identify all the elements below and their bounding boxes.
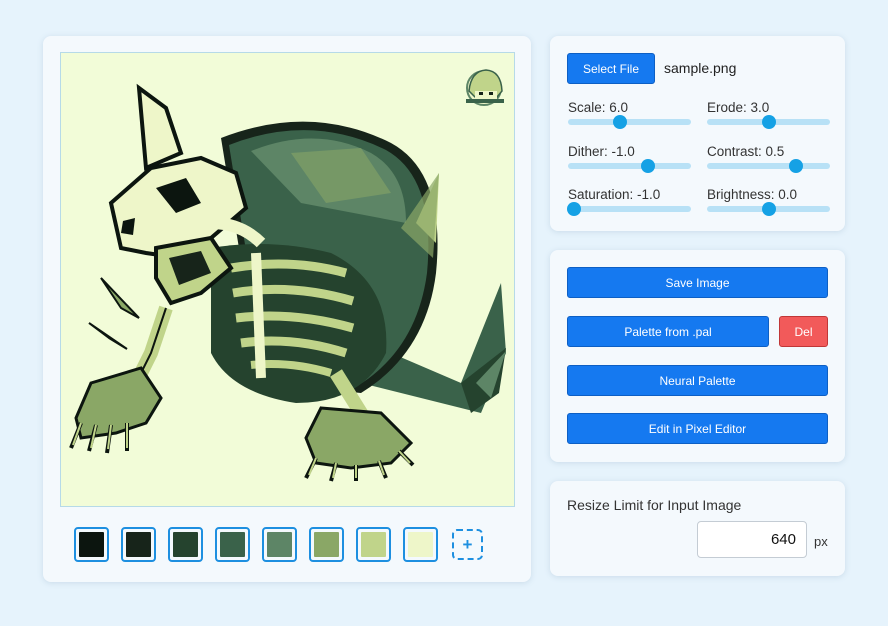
brightness-label: Brightness: 0.0 (707, 187, 798, 202)
palette-swatch[interactable] (309, 527, 344, 562)
delete-palette-button[interactable]: Del (779, 316, 828, 347)
contrast-slider[interactable]: Contrast: 0.5 (707, 144, 830, 173)
palette-swatch[interactable] (356, 527, 391, 562)
slider-thumb[interactable] (612, 115, 627, 129)
save-image-button[interactable]: Save Image (567, 267, 828, 298)
dither-slider[interactable]: Dither: -1.0 (568, 144, 691, 173)
image-preview[interactable] (60, 52, 515, 507)
neural-palette-button[interactable]: Neural Palette (567, 365, 828, 396)
pixel-art-image (69, 69, 506, 482)
file-name-label: sample.png (664, 60, 737, 76)
resize-limit-input[interactable] (697, 521, 807, 558)
edit-in-pixel-editor-button[interactable]: Edit in Pixel Editor (567, 413, 828, 444)
slider-thumb[interactable] (761, 202, 776, 216)
slider-thumb[interactable] (640, 159, 655, 173)
resize-limit-label: Resize Limit for Input Image (567, 497, 742, 513)
saturation-label: Saturation: -1.0 (568, 187, 661, 202)
slider-thumb[interactable] (761, 115, 776, 129)
palette-swatch[interactable] (262, 527, 297, 562)
dither-label: Dither: -1.0 (568, 144, 635, 159)
slider-track[interactable] (707, 115, 830, 129)
select-file-button[interactable]: Select File (567, 53, 655, 84)
resize-panel: Resize Limit for Input Image px (550, 481, 845, 576)
erode-slider[interactable]: Erode: 3.0 (707, 100, 830, 129)
palette-swatch[interactable] (121, 527, 156, 562)
adjustments-panel: Select File sample.png Scale: 6.0 Erode:… (550, 36, 845, 231)
resize-unit-label: px (814, 534, 828, 549)
slider-thumb[interactable] (567, 202, 582, 216)
slider-track[interactable] (707, 159, 830, 173)
palette-swatch[interactable] (74, 527, 109, 562)
palette-from-pal-button[interactable]: Palette from .pal (567, 316, 769, 347)
chibi-avatar (466, 69, 504, 106)
slider-track[interactable] (707, 202, 830, 216)
slider-thumb[interactable] (788, 159, 803, 173)
actions-panel: Save Image Palette from .pal Del Neural … (550, 250, 845, 462)
erode-label: Erode: 3.0 (707, 100, 770, 115)
palette-swatch[interactable] (168, 527, 203, 562)
preview-panel: + (43, 36, 531, 582)
plus-icon: + (462, 534, 473, 554)
add-color-button[interactable]: + (452, 529, 483, 560)
palette-swatch[interactable] (215, 527, 250, 562)
palette-swatches: + (74, 527, 483, 562)
brightness-slider[interactable]: Brightness: 0.0 (707, 187, 830, 216)
saturation-slider[interactable]: Saturation: -1.0 (567, 187, 691, 216)
slider-track[interactable] (568, 159, 691, 173)
slider-track[interactable] (567, 202, 691, 216)
contrast-label: Contrast: 0.5 (707, 144, 785, 159)
scale-label: Scale: 6.0 (568, 100, 629, 115)
slider-track[interactable] (568, 115, 691, 129)
scale-slider[interactable]: Scale: 6.0 (568, 100, 691, 129)
palette-swatch[interactable] (403, 527, 438, 562)
